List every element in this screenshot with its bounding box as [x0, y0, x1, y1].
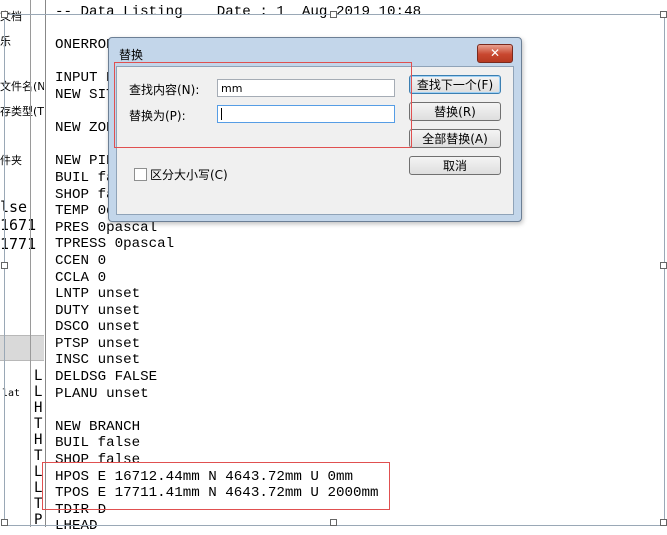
find-what-input[interactable]: mm [217, 79, 395, 97]
side-list-row: T [34, 416, 43, 432]
resize-handle[interactable] [660, 519, 667, 526]
replace-button[interactable]: 替换(R) [409, 102, 501, 121]
find-next-button[interactable]: 查找下一个(F) [409, 75, 501, 94]
find-what-label: 查找内容(N): [129, 83, 200, 97]
side-list-row: L [34, 368, 43, 384]
side-label-filetype: 存类型(T [0, 105, 44, 118]
side-list-tag: lat [2, 388, 21, 399]
side-list-row: L [34, 464, 43, 480]
resize-handle[interactable] [330, 11, 337, 18]
resize-handle[interactable] [660, 11, 667, 18]
side-list-row: H [34, 432, 43, 448]
resize-handle[interactable] [330, 519, 337, 526]
dialog-title: 替换 [119, 48, 144, 62]
side-label-filename: 文件名(N [0, 80, 44, 93]
resize-handle[interactable] [1, 11, 8, 18]
replace-with-input[interactable] [217, 105, 395, 123]
match-case-checkbox[interactable] [134, 168, 147, 181]
side-list: lat L L H T H T L L T P [0, 362, 44, 527]
resize-handle[interactable] [1, 519, 8, 526]
cancel-button[interactable]: 取消 [409, 156, 501, 175]
side-list-row: L [34, 480, 43, 496]
side-list-row: H [34, 400, 43, 416]
side-divider [30, 0, 31, 527]
side-list-row: T [34, 496, 43, 512]
resize-handle[interactable] [1, 262, 8, 269]
side-list-row: P [34, 512, 43, 527]
replace-with-label: 替换为(P): [129, 109, 186, 123]
side-text-line: lse [0, 198, 28, 216]
side-list-row: L [34, 384, 43, 400]
side-label-folder: 件夹 [0, 154, 22, 167]
side-panel-toolbar [0, 335, 44, 361]
close-button[interactable]: ✕ [477, 44, 513, 63]
resize-handle[interactable] [660, 262, 667, 269]
side-label-music: 乐 [0, 35, 11, 48]
replace-dialog: 替换 ✕ 查找内容(N): mm 替换为(P): 查找下一个(F) 替换(R) … [108, 37, 522, 222]
text-caret [221, 108, 222, 120]
dialog-body: 查找内容(N): mm 替换为(P): 查找下一个(F) 替换(R) 全部替换(… [116, 66, 514, 215]
match-case-label: 区分大小写(C) [150, 168, 228, 182]
replace-all-button[interactable]: 全部替换(A) [409, 129, 501, 148]
side-list-row: T [34, 448, 43, 464]
